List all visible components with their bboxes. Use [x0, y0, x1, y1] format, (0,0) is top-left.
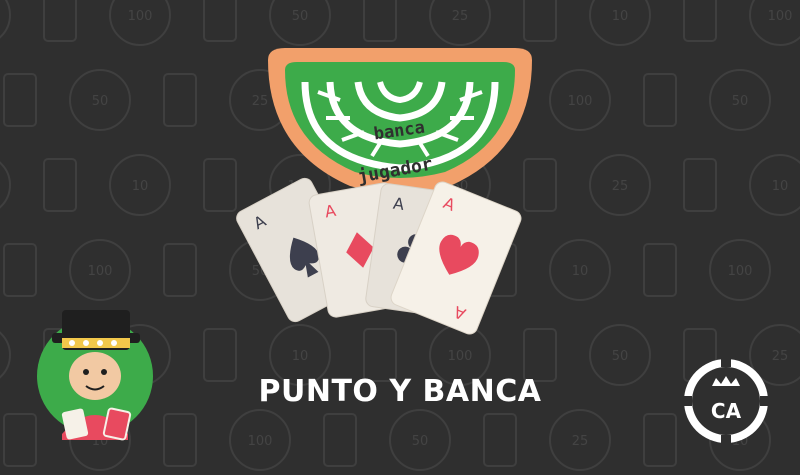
- baccarat-table-icon: banca jugador: [268, 48, 532, 193]
- banner: 1010050251010050251010050251010050251010…: [0, 0, 800, 475]
- cards-fan: A A A A A: [236, 177, 522, 335]
- page-title: PUNTO Y BANCA: [258, 374, 542, 409]
